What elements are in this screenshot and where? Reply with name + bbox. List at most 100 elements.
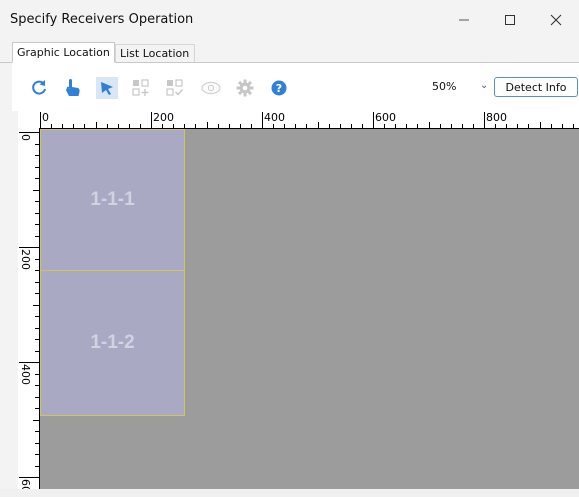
close-button[interactable] bbox=[533, 0, 579, 40]
ruler-tick bbox=[35, 431, 39, 432]
toolbar: ? 50% ⌄ Detect Info bbox=[12, 63, 579, 111]
ruler-tick bbox=[317, 122, 319, 128]
ruler-tick bbox=[84, 124, 86, 128]
ruler-tick bbox=[19, 247, 39, 248]
ruler-tick bbox=[51, 124, 53, 128]
ruler-tick bbox=[19, 132, 39, 133]
ruler-tick bbox=[35, 454, 39, 455]
ruler-label: 600 bbox=[375, 111, 396, 124]
ruler-tick bbox=[95, 122, 97, 128]
ruler-label: 400 bbox=[264, 111, 285, 124]
ruler-label: 200 bbox=[19, 249, 32, 270]
ruler-tick bbox=[284, 124, 286, 128]
ruler-tick bbox=[35, 281, 39, 283]
ruler-tick bbox=[273, 124, 275, 128]
ruler-tick bbox=[35, 373, 39, 375]
ruler-tick bbox=[35, 327, 39, 329]
ruler-tick bbox=[33, 419, 39, 421]
zoom-select[interactable]: 50% ⌄ bbox=[422, 77, 498, 97]
minimize-button[interactable] bbox=[441, 0, 487, 40]
ruler-tick bbox=[73, 124, 75, 128]
ruler-tick bbox=[217, 124, 219, 128]
ruler-tick bbox=[173, 124, 175, 128]
ruler-tick bbox=[35, 316, 39, 317]
ruler-label: 0 bbox=[42, 111, 49, 124]
ruler-tick bbox=[306, 124, 308, 128]
confirm-receiver-button[interactable] bbox=[164, 77, 186, 99]
ruler-tick bbox=[517, 124, 519, 128]
ruler-tick bbox=[40, 112, 41, 128]
ruler-tick bbox=[35, 339, 39, 340]
receiver-tile[interactable]: 1-1-1 bbox=[40, 129, 185, 271]
ruler-tick bbox=[33, 189, 39, 191]
chevron-down-icon: ⌄ bbox=[480, 80, 489, 91]
ruler-tick bbox=[35, 385, 39, 386]
ruler-tick bbox=[439, 124, 441, 128]
select-tool-button[interactable] bbox=[96, 77, 118, 99]
ruler-tick bbox=[128, 124, 130, 128]
dialog-window: Specify Receivers Operation Graphic Loca… bbox=[0, 0, 579, 497]
ruler-tick bbox=[428, 122, 430, 128]
ruler-tick bbox=[472, 124, 474, 128]
ruler-tick bbox=[550, 124, 552, 128]
ruler-tick bbox=[417, 124, 419, 128]
ruler-tick bbox=[35, 442, 39, 444]
ruler-tick bbox=[506, 124, 508, 128]
ruler-tick bbox=[295, 124, 297, 128]
ruler-tick bbox=[539, 122, 541, 128]
ruler-tick bbox=[35, 155, 39, 156]
ruler-tick bbox=[33, 304, 39, 306]
ruler-tick bbox=[35, 224, 39, 225]
maximize-button[interactable] bbox=[487, 0, 533, 40]
ruler-tick bbox=[35, 270, 39, 271]
ruler-tick bbox=[35, 178, 39, 179]
ruler-tick bbox=[572, 124, 574, 128]
window-bottom-edge bbox=[0, 489, 579, 497]
ruler-tick bbox=[35, 350, 39, 352]
ruler-tick bbox=[262, 112, 263, 128]
tab-list-location[interactable]: List Location bbox=[115, 44, 195, 62]
hand-tool-button[interactable] bbox=[62, 77, 84, 99]
ruler-tick bbox=[35, 293, 39, 294]
refresh-icon bbox=[32, 80, 46, 95]
ruler-tick bbox=[206, 122, 208, 128]
refresh-button[interactable] bbox=[28, 77, 50, 99]
ruler-tick bbox=[484, 112, 485, 128]
ruler-tick bbox=[228, 124, 230, 128]
receiver-tile[interactable]: 1-1-2 bbox=[40, 270, 185, 416]
select-arrow-icon bbox=[101, 82, 113, 95]
ruler-tick bbox=[495, 124, 497, 128]
receiver-canvas[interactable]: 1-1-1 1-1-2 bbox=[40, 129, 579, 489]
ruler-tick bbox=[395, 124, 397, 128]
hand-pointer-icon bbox=[66, 79, 80, 96]
ruler-tick bbox=[384, 124, 386, 128]
check-grid-icon bbox=[166, 79, 184, 96]
maximize-icon bbox=[505, 15, 515, 25]
eye-icon bbox=[201, 81, 221, 95]
ruler-tick bbox=[339, 124, 341, 128]
ruler-tick bbox=[239, 124, 241, 128]
help-button[interactable]: ? bbox=[268, 77, 290, 99]
settings-button[interactable] bbox=[234, 77, 256, 99]
svg-text:?: ? bbox=[276, 82, 282, 95]
preview-button[interactable] bbox=[200, 77, 222, 99]
title-bar[interactable]: Specify Receivers Operation bbox=[0, 0, 579, 40]
tab-graphic-location[interactable]: Graphic Location bbox=[12, 42, 115, 63]
ruler-tick bbox=[162, 124, 164, 128]
ruler-label: 400 bbox=[19, 364, 32, 385]
horizontal-ruler: 0 200 400 600 800 bbox=[18, 111, 579, 129]
ruler-tick bbox=[184, 124, 186, 128]
minimize-icon bbox=[459, 19, 469, 21]
ruler-tick bbox=[373, 112, 374, 128]
ruler-label: 800 bbox=[486, 111, 507, 124]
ruler-tick bbox=[35, 258, 39, 260]
ruler-tick bbox=[561, 124, 563, 128]
add-receiver-button[interactable] bbox=[130, 77, 152, 99]
ruler-tick bbox=[106, 124, 108, 128]
receiver-label: 1-1-2 bbox=[90, 332, 135, 353]
ruler-tick bbox=[195, 124, 197, 128]
zoom-value: 50% bbox=[432, 80, 457, 93]
ruler-label: 60 bbox=[19, 479, 32, 489]
detect-info-button[interactable]: Detect Info bbox=[494, 77, 578, 97]
close-icon bbox=[550, 14, 562, 26]
